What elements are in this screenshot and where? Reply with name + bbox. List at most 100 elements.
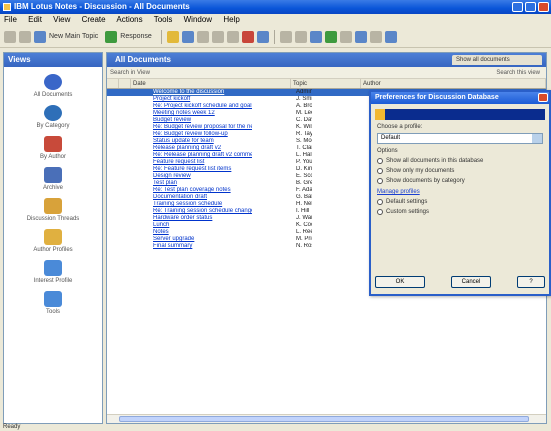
column-author[interactable]: Author	[361, 79, 546, 88]
nav-item-3[interactable]: Archive	[4, 167, 102, 191]
disc-icon[interactable]	[44, 105, 62, 121]
menu-actions[interactable]: Actions	[116, 15, 142, 24]
nav-item-2[interactable]: By Author	[4, 136, 102, 160]
row-subject[interactable]: Re: Training session schedule changes fo…	[107, 208, 252, 215]
properties-icon[interactable]	[339, 30, 352, 43]
new-topic-icon[interactable]	[34, 30, 46, 43]
column-unread[interactable]	[119, 79, 131, 88]
row-subject[interactable]: Project kickoff	[107, 96, 252, 103]
radio-icon[interactable]	[377, 199, 383, 205]
new-topic-button[interactable]: New Main Topic	[49, 33, 98, 40]
radio-icon[interactable]	[377, 158, 383, 164]
copy-icon[interactable]	[211, 30, 224, 43]
paste-icon[interactable]	[226, 30, 239, 43]
manage-profiles-link[interactable]: Manage profiles	[371, 189, 549, 195]
delete-icon[interactable]	[241, 30, 254, 43]
app-icon	[3, 3, 11, 11]
row-subject[interactable]: Re: Project kickoff schedule and goals	[107, 103, 252, 110]
radio-icon[interactable]	[377, 168, 383, 174]
menu-window[interactable]: Window	[184, 15, 212, 24]
menu-edit[interactable]: Edit	[28, 15, 42, 24]
search-view-link[interactable]: Search this view	[496, 67, 540, 79]
row-subject[interactable]: Re: Budget review proposal for the next …	[107, 124, 252, 131]
row-subject[interactable]: Feature request list	[107, 159, 252, 166]
folder-icon[interactable]	[44, 229, 62, 245]
nav-item-7[interactable]: Tools	[4, 291, 102, 315]
option-radio[interactable]: Show only my documents	[371, 168, 549, 174]
scrollbar-thumb[interactable]	[119, 416, 529, 422]
forward-icon[interactable]	[19, 30, 31, 43]
option-radio[interactable]: Show all documents in this database	[371, 158, 549, 164]
nav-item-0[interactable]: All Documents	[4, 74, 102, 98]
row-subject[interactable]: Lunch	[107, 222, 252, 229]
row-subject[interactable]: Notes	[107, 229, 252, 236]
network-icon[interactable]	[44, 260, 62, 276]
row-subject[interactable]: Final summary	[107, 243, 252, 250]
back-icon[interactable]	[4, 30, 16, 43]
row-subject[interactable]: Documentation draft	[107, 194, 252, 201]
search-icon[interactable]	[309, 30, 322, 43]
row-subject[interactable]: Re: Release planning draft v2 comments a…	[107, 152, 252, 159]
close-button[interactable]	[538, 2, 549, 12]
response-button[interactable]: Response	[120, 33, 152, 40]
minimize-button[interactable]	[512, 2, 523, 12]
folder-icon[interactable]	[166, 30, 179, 43]
column-flag[interactable]	[107, 79, 119, 88]
cancel-button[interactable]: Cancel	[451, 276, 491, 288]
row-subject[interactable]: Welcome to the discussion	[107, 89, 252, 96]
row-subject[interactable]: Re: Test plan coverage notes	[107, 187, 252, 194]
row-subject[interactable]: Meeting notes week 12	[107, 110, 252, 117]
maximize-button[interactable]	[525, 2, 536, 12]
option-radio[interactable]: Default settings	[371, 199, 549, 205]
option-radio[interactable]: Show documents by category	[371, 178, 549, 184]
undo-icon[interactable]	[279, 30, 292, 43]
print-icon[interactable]	[181, 30, 194, 43]
horizontal-scrollbar[interactable]	[107, 414, 546, 423]
row-subject[interactable]: Training session schedule	[107, 201, 252, 208]
redo-icon[interactable]	[294, 30, 307, 43]
menu-file[interactable]: File	[4, 15, 17, 24]
column-topic[interactable]: Topic	[291, 79, 361, 88]
refresh-icon[interactable]	[324, 30, 337, 43]
nav-item-6[interactable]: Interest Profile	[4, 260, 102, 284]
window-title: IBM Lotus Notes - Discussion - All Docum…	[14, 2, 190, 11]
radio-icon[interactable]	[377, 178, 383, 184]
search-in-view-label[interactable]: Search in View	[110, 70, 150, 76]
row-subject[interactable]: Status update for team	[107, 138, 252, 145]
globe-icon[interactable]	[44, 74, 62, 90]
menu-view[interactable]: View	[53, 15, 70, 24]
row-subject[interactable]: Hardware order status	[107, 215, 252, 222]
menu-help[interactable]: Help	[223, 15, 239, 24]
row-subject[interactable]: Re: Budget review follow-up	[107, 131, 252, 138]
row-subject[interactable]: Budget review	[107, 117, 252, 124]
bookmark-icon[interactable]	[384, 30, 397, 43]
option-radio[interactable]: Custom settings	[371, 209, 549, 215]
profile-combo[interactable]: Default	[377, 133, 543, 144]
show-all-tab[interactable]: Show all documents	[452, 55, 542, 65]
row-subject[interactable]: Release planning draft v2	[107, 145, 252, 152]
row-subject[interactable]: Design review	[107, 173, 252, 180]
document-icon[interactable]	[44, 198, 62, 214]
menu-create[interactable]: Create	[82, 15, 106, 24]
chevron-down-icon[interactable]	[532, 134, 542, 143]
nav-item-5[interactable]: Author Profiles	[4, 229, 102, 253]
nav-item-1[interactable]: By Category	[4, 105, 102, 129]
radio-icon[interactable]	[377, 209, 383, 215]
response-icon[interactable]	[105, 30, 118, 43]
settings-icon[interactable]	[369, 30, 382, 43]
cut-icon[interactable]	[196, 30, 209, 43]
help-button[interactable]: ?	[517, 276, 545, 288]
ok-button[interactable]: OK	[375, 276, 425, 288]
nav-item-4[interactable]: Discussion Threads	[4, 198, 102, 222]
dialog-close-button[interactable]	[538, 93, 548, 102]
column-date[interactable]: Date	[131, 79, 291, 88]
row-subject[interactable]: Server upgrade	[107, 236, 252, 243]
tools-icon[interactable]	[44, 291, 62, 307]
menu-tools[interactable]: Tools	[154, 15, 173, 24]
row-subject[interactable]: Re: Feature request list items	[107, 166, 252, 173]
monitor-icon[interactable]	[44, 167, 62, 183]
chart-icon[interactable]	[44, 136, 62, 152]
row-subject[interactable]: Test plan	[107, 180, 252, 187]
mail-icon[interactable]	[256, 30, 269, 43]
help-icon[interactable]	[354, 30, 367, 43]
